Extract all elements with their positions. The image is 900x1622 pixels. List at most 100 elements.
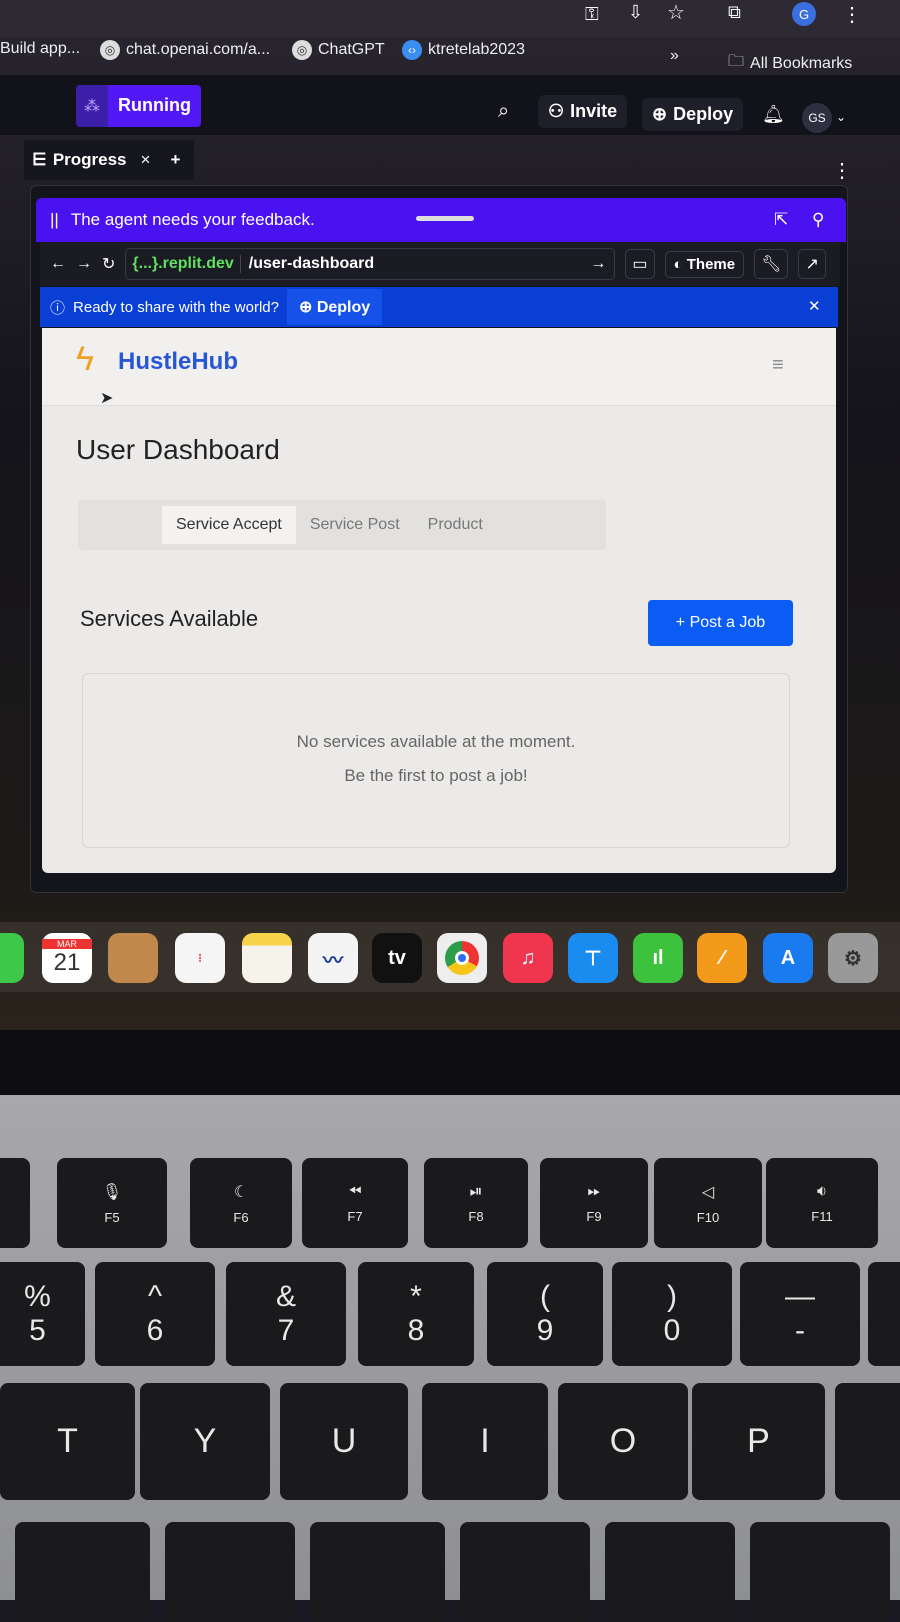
close-icon[interactable]: ✕ bbox=[808, 297, 821, 315]
tab-progress[interactable]: ⋿ Progress × + bbox=[24, 140, 194, 180]
reload-icon[interactable]: ↻ bbox=[102, 254, 115, 274]
key-f5[interactable]: 🎙︎ F5 bbox=[57, 1158, 167, 1248]
menu-icon[interactable]: ⋮ bbox=[842, 2, 862, 27]
bookmark[interactable]: ◎ ChatGPT bbox=[292, 40, 385, 60]
run-status[interactable]: ⁂ Running bbox=[76, 85, 201, 127]
key-equals[interactable] bbox=[868, 1262, 900, 1366]
theme-label: Theme bbox=[686, 255, 736, 273]
key-y[interactable]: Y bbox=[140, 1383, 270, 1500]
deploy-button[interactable]: ⊕ Deploy bbox=[642, 98, 744, 131]
key-f7[interactable]: ⏪︎ F7 bbox=[302, 1158, 408, 1248]
key-bottom: 8 bbox=[407, 1314, 425, 1347]
pages-icon[interactable]: ⁄ bbox=[697, 933, 747, 983]
tab-label: Progress bbox=[52, 150, 127, 169]
bookmark[interactable]: ◎ chat.openai.com/a... bbox=[100, 40, 270, 60]
key-f8[interactable]: ⏯︎ F8 bbox=[424, 1158, 528, 1248]
key-label: F10 bbox=[696, 1209, 720, 1225]
notes-icon[interactable] bbox=[242, 933, 292, 983]
wrench-icon[interactable]: 🔧︎ bbox=[754, 249, 789, 279]
chevron-down-icon[interactable]: ⌄ bbox=[836, 110, 846, 124]
extensions-icon[interactable]: ⧉ bbox=[728, 2, 741, 23]
key-9[interactable]: (9 bbox=[487, 1262, 603, 1366]
key-f10[interactable]: ◁ F10 bbox=[654, 1158, 762, 1248]
key-k[interactable] bbox=[460, 1522, 590, 1622]
user-avatar[interactable]: GS bbox=[802, 103, 832, 133]
url-input[interactable]: {...}.replit.dev /user-dashboard → bbox=[125, 248, 616, 280]
bookmark-label: chat.openai.com/a... bbox=[126, 41, 271, 58]
calendar-icon[interactable]: MAR 21 bbox=[42, 933, 92, 983]
calendar-month: MAR bbox=[42, 939, 92, 949]
bookmark[interactable]: Build app... bbox=[0, 40, 80, 58]
install-icon[interactable]: ⇩ bbox=[628, 2, 643, 23]
theme-button[interactable]: ◐ Theme bbox=[664, 250, 745, 278]
post-job-button[interactable]: + Post a Job bbox=[648, 600, 793, 646]
feedback-bar[interactable]: || The agent needs your feedback. ⇱ ⚲ bbox=[36, 198, 846, 242]
keynote-icon[interactable]: ⊤ bbox=[568, 933, 618, 983]
bookmark-label: ChatGPT bbox=[318, 41, 385, 58]
key-t[interactable]: T bbox=[0, 1383, 135, 1500]
music-icon[interactable]: ♫ bbox=[503, 933, 553, 983]
search-icon[interactable]: ⌕ bbox=[498, 100, 509, 123]
close-icon[interactable]: × bbox=[141, 150, 151, 170]
add-tab-button[interactable]: + bbox=[170, 150, 180, 170]
key-f6[interactable]: ☾ F6 bbox=[190, 1158, 292, 1248]
pause-icon[interactable]: || bbox=[50, 210, 59, 230]
key-bracket[interactable] bbox=[835, 1383, 900, 1500]
key-minus[interactable]: — - bbox=[740, 1262, 860, 1366]
open-external-icon[interactable]: ↗ bbox=[798, 249, 826, 279]
key-f4[interactable] bbox=[0, 1158, 30, 1248]
back-icon[interactable]: ← bbox=[50, 255, 66, 273]
bell-icon[interactable]: 🔔︎ bbox=[762, 104, 785, 125]
invite-button[interactable]: ⚇ Invite bbox=[538, 95, 628, 128]
facetime-icon[interactable] bbox=[0, 933, 24, 983]
key-l[interactable] bbox=[605, 1522, 735, 1622]
key-u[interactable]: U bbox=[280, 1383, 408, 1500]
expand-icon[interactable]: ⇱ bbox=[774, 210, 788, 230]
key-p[interactable]: P bbox=[692, 1383, 825, 1500]
key-g[interactable] bbox=[15, 1522, 150, 1622]
reminders-icon[interactable]: ⁝ bbox=[175, 933, 225, 983]
lightning-logo-icon: ϟ bbox=[76, 340, 94, 378]
empty-hint: Be the first to post a job! bbox=[344, 766, 528, 785]
key-7[interactable]: & 7 bbox=[226, 1262, 346, 1366]
bookmark-label: Build app... bbox=[0, 40, 81, 57]
brand-name[interactable]: HustleHub bbox=[118, 348, 238, 376]
more-options-icon[interactable]: ⋮ bbox=[832, 158, 852, 183]
drag-handle[interactable] bbox=[416, 216, 474, 221]
contacts-icon[interactable] bbox=[108, 933, 158, 983]
key-i[interactable]: I bbox=[422, 1383, 548, 1500]
forward-icon[interactable]: → bbox=[76, 255, 92, 273]
pin-icon[interactable]: ⚲ bbox=[812, 210, 824, 230]
go-icon[interactable]: → bbox=[590, 255, 614, 273]
key-j[interactable] bbox=[310, 1522, 445, 1622]
profile-avatar[interactable]: G bbox=[792, 2, 816, 26]
key-semicolon[interactable] bbox=[750, 1522, 890, 1622]
key-6[interactable]: ^ 6 bbox=[95, 1262, 215, 1366]
system-settings-icon[interactable]: ⚙ bbox=[828, 933, 878, 983]
key-f11[interactable]: 🔉︎ F11 bbox=[766, 1158, 878, 1248]
app-store-icon[interactable]: A bbox=[763, 933, 813, 983]
key-8[interactable]: * 8 bbox=[358, 1262, 474, 1366]
tab-service-accept[interactable]: Service Accept bbox=[162, 506, 296, 544]
more-bookmarks[interactable]: » bbox=[670, 47, 679, 65]
key-o[interactable]: O bbox=[558, 1383, 688, 1500]
hamburger-menu-icon[interactable]: ≡ bbox=[772, 354, 784, 377]
devtools-icon[interactable]: ▭ bbox=[625, 249, 655, 279]
key-0[interactable]: ) 0 bbox=[612, 1262, 732, 1366]
tab-product[interactable]: Product bbox=[414, 506, 497, 544]
key-top: ) bbox=[667, 1280, 677, 1313]
banner-text: Ready to share with the world? bbox=[73, 298, 279, 316]
bookmark[interactable]: ‹› ktretelab2023 bbox=[402, 40, 525, 60]
key-5[interactable]: % 5 bbox=[0, 1262, 85, 1366]
apple-tv-icon[interactable]: tv bbox=[372, 933, 422, 983]
tab-service-post[interactable]: Service Post bbox=[296, 506, 414, 544]
numbers-icon[interactable]: ıl bbox=[633, 933, 683, 983]
key-icon[interactable]: ⚿ bbox=[585, 4, 599, 25]
all-bookmarks[interactable]: 🗀 All Bookmarks bbox=[728, 50, 852, 77]
key-h[interactable] bbox=[165, 1522, 295, 1622]
banner-deploy-button[interactable]: ⊕ Deploy bbox=[286, 289, 383, 325]
star-icon[interactable]: ☆ bbox=[667, 0, 685, 25]
key-f9[interactable]: ⏩︎ F9 bbox=[540, 1158, 648, 1248]
chrome-icon[interactable] bbox=[437, 933, 487, 983]
freeform-icon[interactable]: 〰 bbox=[308, 933, 358, 983]
